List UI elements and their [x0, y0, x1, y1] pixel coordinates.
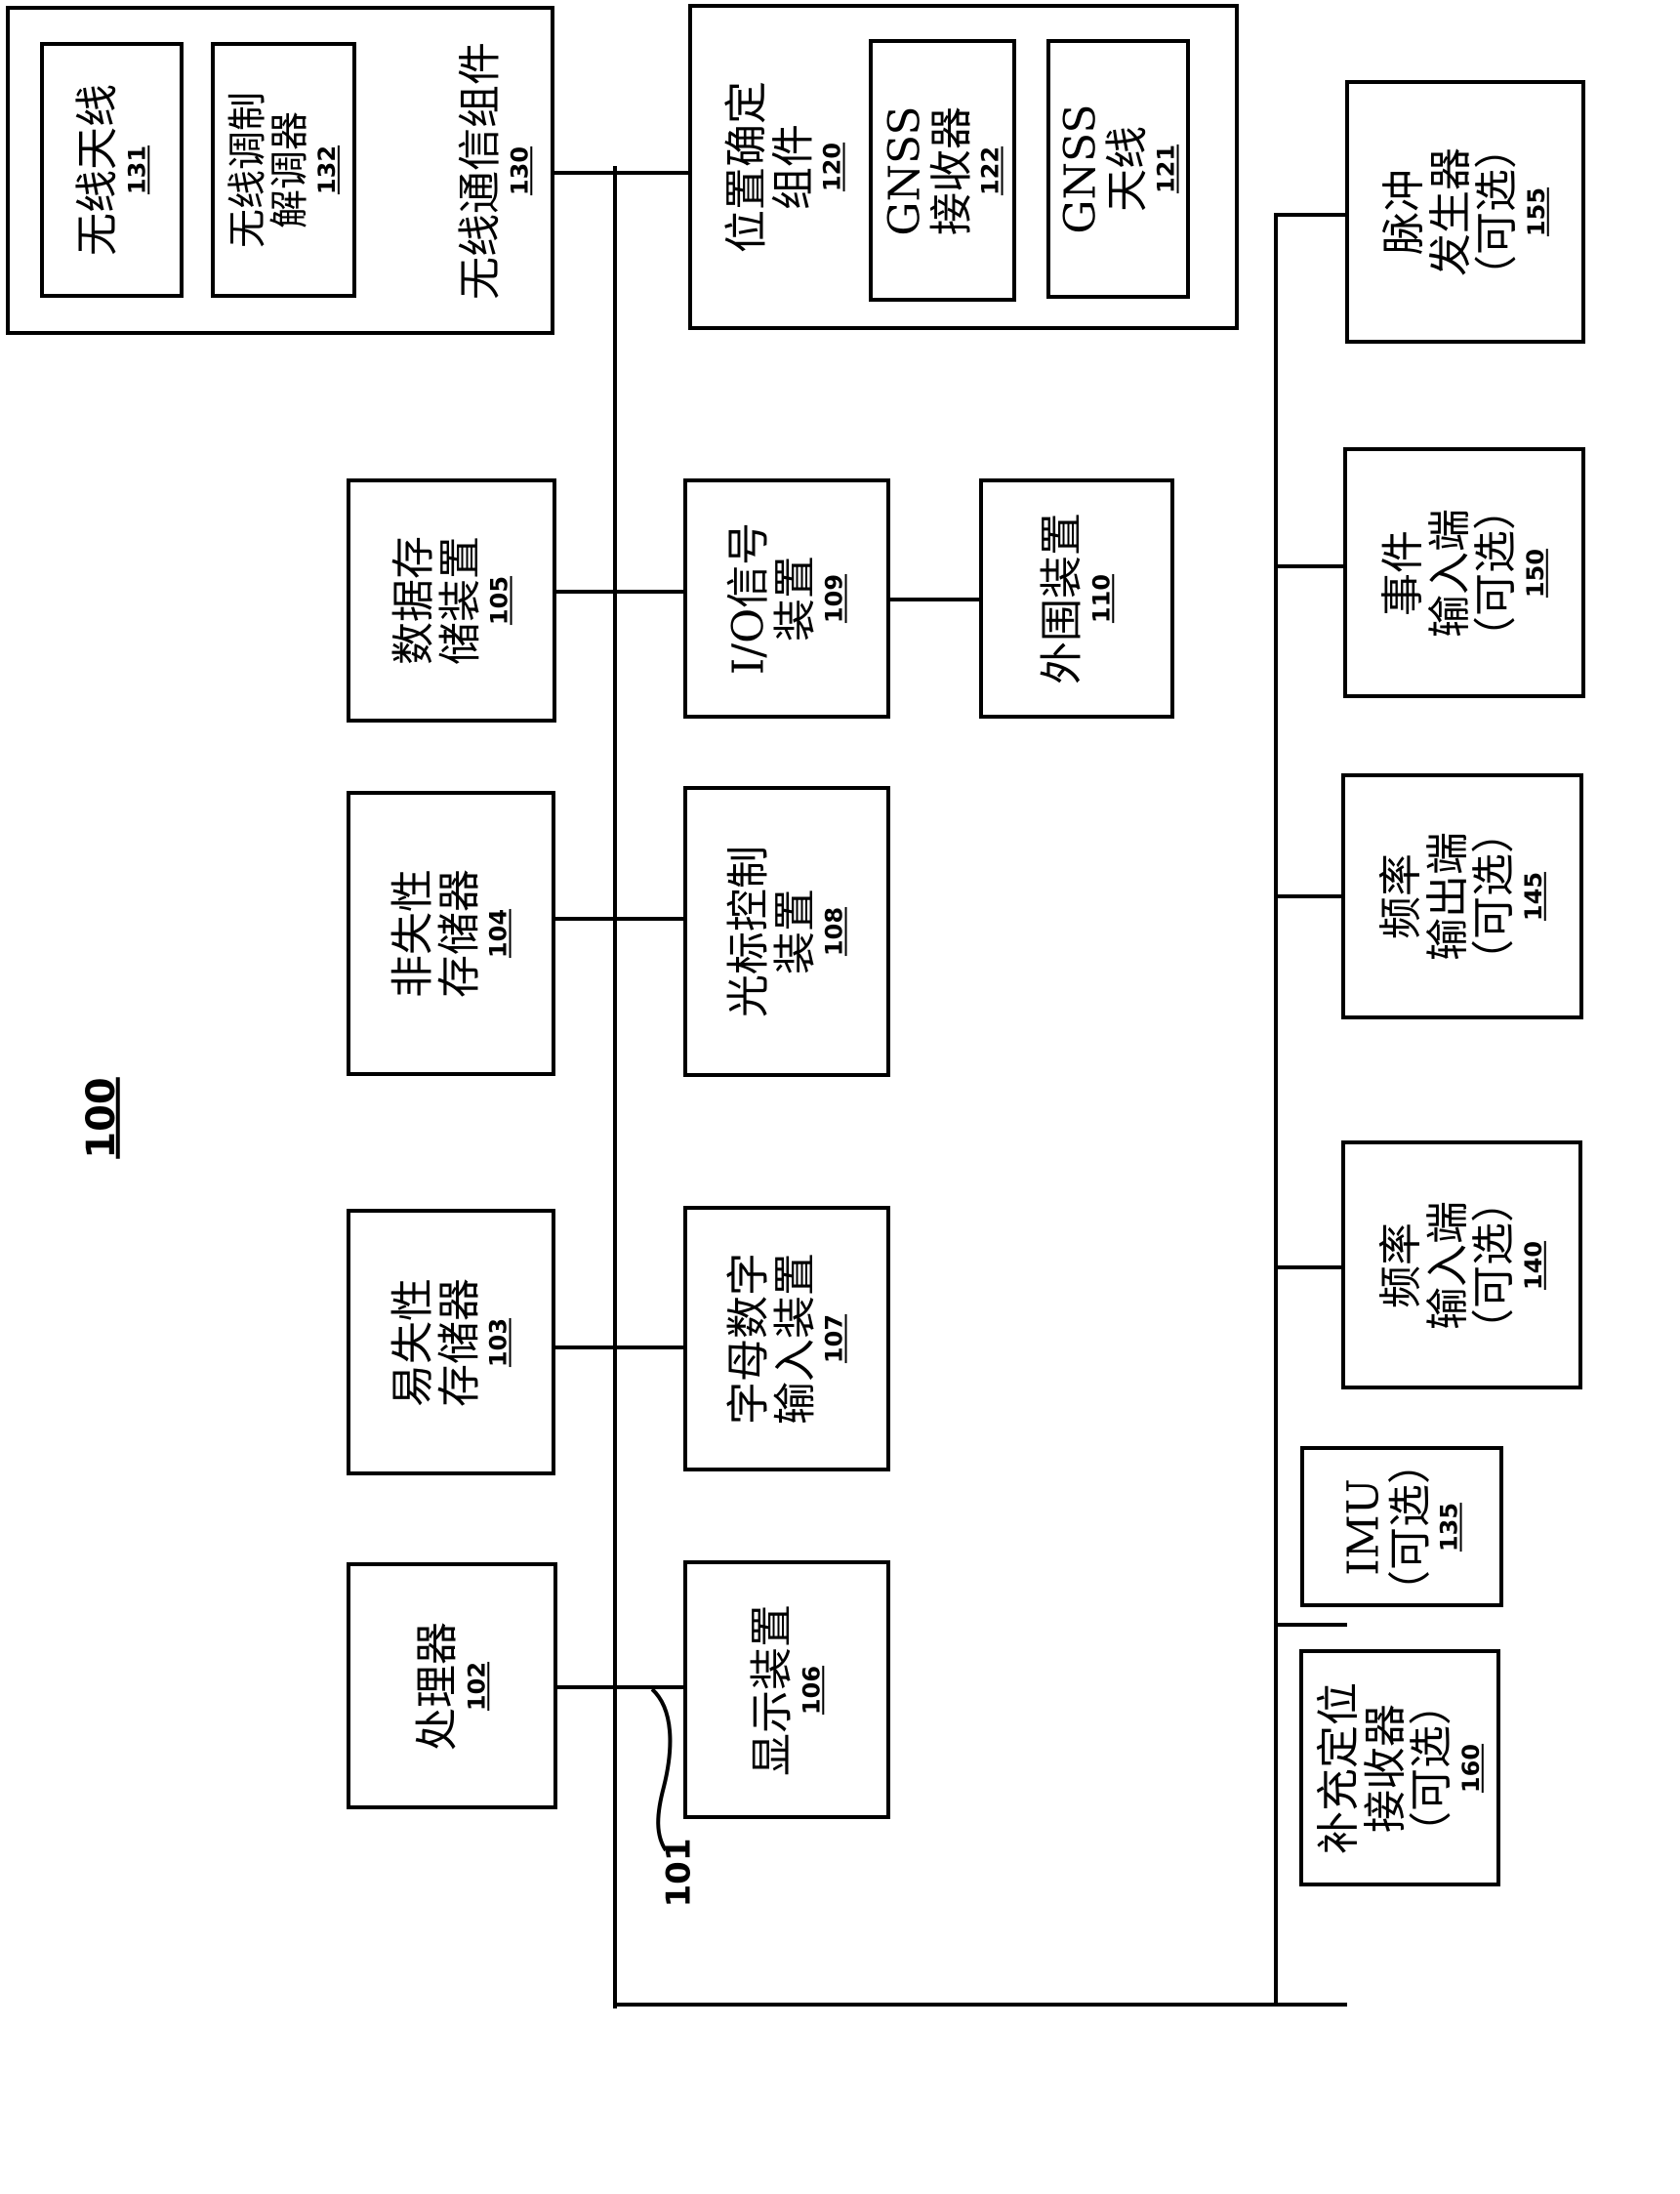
bus-link-103-107: [554, 1345, 685, 1349]
bus-link-102-106: [556, 1685, 687, 1689]
component-label-line3: （可选）: [1468, 810, 1519, 982]
pulse-generator[interactable]: 脉冲 发生器 （可选） 155: [1345, 80, 1585, 344]
component-ref: 110: [1086, 573, 1115, 624]
component-label-line3: （可选）: [1470, 486, 1521, 659]
system-bus-main: [613, 166, 617, 2008]
component-label-line1: 无线调制: [225, 92, 270, 248]
component-label-line2: 输入端: [1421, 1200, 1472, 1330]
system-bus-bottom: [613, 2003, 1347, 2007]
bus-link-150: [1274, 564, 1347, 568]
gnss-receiver[interactable]: GNSS 接收器 122: [869, 39, 1016, 302]
component-label-line2: 储装置: [434, 536, 485, 665]
component-label-line1: I/O信号: [723, 521, 774, 676]
component-label-line2: 输入装置: [770, 1253, 821, 1425]
bus-link-155: [1274, 213, 1347, 217]
frequency-input[interactable]: 频率 输入端 （可选） 140: [1341, 1140, 1582, 1389]
display-device[interactable]: 显示装置 106: [683, 1560, 890, 1819]
component-label-line2: 解调器: [266, 111, 312, 228]
component-label-line2: 装置: [770, 889, 821, 974]
gnss-antenna[interactable]: GNSS 天线 121: [1046, 39, 1190, 299]
non-volatile-memory[interactable]: 非失性 存储器 104: [347, 791, 555, 1076]
volatile-memory[interactable]: 易失性 存储器 103: [347, 1209, 555, 1475]
component-ref: 130: [505, 145, 533, 195]
component-label-line1: 数据存: [389, 536, 439, 665]
component-label-line1: 字母数字: [723, 1253, 774, 1425]
component-label-line2: 组件: [768, 124, 819, 210]
component-label-line2: 存储器: [434, 1277, 485, 1407]
bus-reference-number: 101: [659, 1838, 699, 1908]
component-ref: 155: [1522, 186, 1550, 237]
bus-link-130-120: [552, 171, 690, 175]
component-label-line1: 事件: [1377, 529, 1428, 616]
component-label-line2: 接收器: [925, 105, 976, 235]
component-label-line2: 装置: [770, 556, 821, 642]
component-ref: 132: [312, 145, 341, 195]
processor[interactable]: 处理器 102: [347, 1562, 557, 1809]
component-label-line2: （可选）: [1385, 1440, 1436, 1613]
component-ref: 109: [820, 573, 848, 624]
bus-link-135: [1274, 1623, 1347, 1627]
component-ref: 107: [820, 1313, 848, 1364]
io-signal-device[interactable]: I/O信号 装置 109: [683, 478, 890, 719]
component-label-line1: 频率: [1375, 1221, 1426, 1308]
bus-link-109-110: [888, 598, 981, 601]
component-ref: 120: [818, 142, 846, 192]
figure-number: 100: [78, 1077, 124, 1159]
component-label-line1: 补充定位: [1313, 1681, 1364, 1854]
component-ref: 102: [462, 1661, 490, 1711]
component-ref: 104: [484, 908, 512, 959]
component-ref: 150: [1521, 548, 1549, 598]
event-input[interactable]: 事件 输入端 （可选） 150: [1343, 447, 1585, 698]
data-storage-device[interactable]: 数据存 储装置 105: [347, 478, 556, 723]
component-label-line1: 脉冲: [1378, 169, 1429, 255]
component-ref: 103: [484, 1317, 512, 1367]
component-label-line1: GNSS: [880, 104, 930, 236]
bus-link-145: [1274, 894, 1347, 898]
component-label-line2: 天线: [1101, 126, 1152, 213]
peripheral-device[interactable]: 外围装置 110: [979, 478, 1174, 719]
bus-link-105-109: [554, 590, 685, 594]
component-label-line1: 非失性: [388, 869, 438, 998]
component-ref: 160: [1456, 1743, 1485, 1793]
component-ref: 145: [1519, 871, 1547, 922]
component-ref: 121: [1152, 144, 1180, 194]
component-ref: 135: [1435, 1502, 1463, 1552]
component-label-line2: 发生器: [1425, 147, 1476, 276]
component-label: 显示装置: [747, 1603, 798, 1776]
frequency-output[interactable]: 频率 输出端 （可选） 145: [1341, 773, 1583, 1019]
alphanumeric-input-device[interactable]: 字母数字 输入装置 107: [683, 1206, 890, 1471]
component-label-line2: 存储器: [434, 869, 485, 998]
component-label-line1: 频率: [1375, 853, 1426, 939]
component-label-line3: （可选）: [1406, 1681, 1456, 1854]
component-label: 无线通信组件: [455, 41, 506, 300]
component-label-line1: GNSS: [1055, 103, 1106, 234]
component-ref: 122: [976, 145, 1004, 195]
component-label-line2: 接收器: [1360, 1703, 1411, 1833]
bus-link-104-108: [554, 917, 685, 921]
component-label-line2: 输入端: [1424, 508, 1475, 638]
supplemental-positioning-receiver[interactable]: 补充定位 接收器 （可选） 160: [1299, 1649, 1500, 1886]
component-label-line1: IMU: [1338, 1477, 1389, 1576]
component-ref: 131: [122, 145, 150, 195]
component-label-line3: （可选）: [1471, 126, 1522, 298]
wireless-antenna[interactable]: 无线天线 131: [40, 42, 184, 298]
bus-link-140: [1274, 1265, 1347, 1269]
component-label: 处理器: [412, 1621, 463, 1751]
component-label-line1: 位置确定: [721, 81, 772, 253]
imu[interactable]: IMU （可选） 135: [1300, 1441, 1503, 1613]
component-label: 无线天线: [71, 84, 122, 256]
component-ref: 140: [1518, 1240, 1546, 1290]
component-label-line2: 输出端: [1422, 832, 1473, 961]
component-label-line3: （可选）: [1468, 1179, 1519, 1351]
component-label: 外围装置: [1037, 513, 1087, 684]
component-ref: 106: [797, 1665, 825, 1715]
component-ref: 105: [485, 575, 513, 626]
peripheral-bus: [1274, 213, 1278, 2007]
component-label-line1: 易失性: [388, 1277, 438, 1407]
component-label-line1: 光标控制: [723, 846, 774, 1017]
cursor-control-device[interactable]: 光标控制 装置 108: [683, 786, 890, 1077]
wireless-modem[interactable]: 无线调制 解调器 132: [211, 42, 356, 298]
component-ref: 108: [820, 906, 848, 957]
